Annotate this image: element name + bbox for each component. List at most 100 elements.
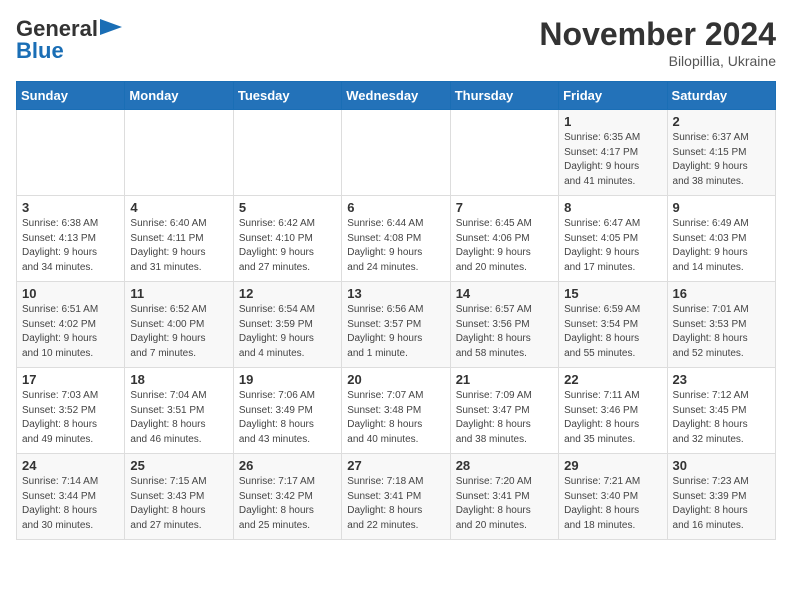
table-row: 3 Sunrise: 6:38 AM Sunset: 4:13 PM Daylig…	[17, 196, 125, 282]
header-wednesday: Wednesday	[342, 82, 450, 110]
day-detail: Sunrise: 7:03 AM Sunset: 3:52 PM Dayligh…	[22, 389, 119, 447]
day-number: 3	[22, 200, 119, 215]
table-row: 17Sunrise: 7:03 AM Sunset: 3:52 PM Dayli…	[17, 368, 125, 454]
day-number: 22	[564, 372, 661, 387]
table-row: 27Sunrise: 7:18 AM Sunset: 3:41 PM Dayli…	[342, 454, 450, 540]
day-number: 20	[347, 372, 444, 387]
day-detail: Sunrise: 6:42 AM Sunset: 4:10 PM Dayligh…	[239, 217, 336, 275]
calendar-week-row: 1 Sunrise: 6:35 AM Sunset: 4:17 PM Daylig…	[17, 110, 776, 196]
month-title: November 2024	[539, 16, 776, 53]
day-detail: Sunrise: 6:44 AM Sunset: 4:08 PM Dayligh…	[347, 217, 444, 275]
table-row: 22 Sunrise: 7:11 AM Sunset: 3:46 PM Dayli…	[559, 368, 667, 454]
day-number: 4	[130, 200, 227, 215]
table-row: 9Sunrise: 6:49 AM Sunset: 4:03 PM Daylig…	[667, 196, 775, 282]
day-detail: Sunrise: 6:38 AM Sunset: 4:13 PM Dayligh…	[22, 217, 119, 275]
day-number: 15	[564, 286, 661, 301]
table-row	[342, 110, 450, 196]
day-number: 11	[130, 286, 227, 301]
day-detail: Sunrise: 7:04 AM Sunset: 3:51 PM Dayligh…	[130, 389, 227, 447]
calendar-table: Sunday Monday Tuesday Wednesday Thursday…	[16, 81, 776, 540]
day-detail: Sunrise: 6:40 AM Sunset: 4:11 PM Dayligh…	[130, 217, 227, 275]
header-monday: Monday	[125, 82, 233, 110]
table-row: 6 Sunrise: 6:44 AM Sunset: 4:08 PM Daylig…	[342, 196, 450, 282]
day-detail: Sunrise: 7:23 AM Sunset: 3:39 PM Dayligh…	[673, 475, 770, 533]
day-detail: Sunrise: 7:01 AM Sunset: 3:53 PM Dayligh…	[673, 303, 770, 361]
day-detail: Sunrise: 6:35 AM Sunset: 4:17 PM Dayligh…	[564, 131, 661, 189]
day-detail: Sunrise: 7:18 AM Sunset: 3:41 PM Dayligh…	[347, 475, 444, 533]
day-number: 19	[239, 372, 336, 387]
header-saturday: Saturday	[667, 82, 775, 110]
table-row: 8 Sunrise: 6:47 AM Sunset: 4:05 PM Daylig…	[559, 196, 667, 282]
table-row: 23Sunrise: 7:12 AM Sunset: 3:45 PM Dayli…	[667, 368, 775, 454]
day-number: 28	[456, 458, 553, 473]
day-detail: Sunrise: 7:14 AM Sunset: 3:44 PM Dayligh…	[22, 475, 119, 533]
day-number: 7	[456, 200, 553, 215]
day-detail: Sunrise: 7:15 AM Sunset: 3:43 PM Dayligh…	[130, 475, 227, 533]
location: Bilopillia, Ukraine	[539, 53, 776, 69]
day-number: 30	[673, 458, 770, 473]
table-row	[17, 110, 125, 196]
day-number: 14	[456, 286, 553, 301]
header-friday: Friday	[559, 82, 667, 110]
calendar-week-row: 3 Sunrise: 6:38 AM Sunset: 4:13 PM Daylig…	[17, 196, 776, 282]
table-row: 5 Sunrise: 6:42 AM Sunset: 4:10 PM Daylig…	[233, 196, 341, 282]
day-detail: Sunrise: 6:45 AM Sunset: 4:06 PM Dayligh…	[456, 217, 553, 275]
day-number: 6	[347, 200, 444, 215]
day-detail: Sunrise: 7:07 AM Sunset: 3:48 PM Dayligh…	[347, 389, 444, 447]
day-number: 8	[564, 200, 661, 215]
table-row: 30 Sunrise: 7:23 AM Sunset: 3:39 PM Dayli…	[667, 454, 775, 540]
day-detail: Sunrise: 7:12 AM Sunset: 3:45 PM Dayligh…	[673, 389, 770, 447]
logo-flag-icon	[100, 19, 122, 35]
table-row	[125, 110, 233, 196]
day-number: 1	[564, 114, 661, 129]
table-row: 24Sunrise: 7:14 AM Sunset: 3:44 PM Dayli…	[17, 454, 125, 540]
header-tuesday: Tuesday	[233, 82, 341, 110]
table-row: 13Sunrise: 6:56 AM Sunset: 3:57 PM Dayli…	[342, 282, 450, 368]
table-row: 4 Sunrise: 6:40 AM Sunset: 4:11 PM Daylig…	[125, 196, 233, 282]
day-detail: Sunrise: 6:49 AM Sunset: 4:03 PM Dayligh…	[673, 217, 770, 275]
day-number: 5	[239, 200, 336, 215]
day-number: 13	[347, 286, 444, 301]
table-row: 11 Sunrise: 6:52 AM Sunset: 4:00 PM Dayli…	[125, 282, 233, 368]
table-row: 25Sunrise: 7:15 AM Sunset: 3:43 PM Dayli…	[125, 454, 233, 540]
day-number: 10	[22, 286, 119, 301]
day-number: 12	[239, 286, 336, 301]
calendar-week-row: 17Sunrise: 7:03 AM Sunset: 3:52 PM Dayli…	[17, 368, 776, 454]
day-detail: Sunrise: 6:54 AM Sunset: 3:59 PM Dayligh…	[239, 303, 336, 361]
table-row	[450, 110, 558, 196]
table-row: 20 Sunrise: 7:07 AM Sunset: 3:48 PM Dayli…	[342, 368, 450, 454]
day-detail: Sunrise: 7:06 AM Sunset: 3:49 PM Dayligh…	[239, 389, 336, 447]
table-row: 29 Sunrise: 7:21 AM Sunset: 3:40 PM Dayli…	[559, 454, 667, 540]
day-detail: Sunrise: 7:20 AM Sunset: 3:41 PM Dayligh…	[456, 475, 553, 533]
day-detail: Sunrise: 6:51 AM Sunset: 4:02 PM Dayligh…	[22, 303, 119, 361]
logo: General Blue	[16, 16, 122, 64]
calendar-week-row: 24Sunrise: 7:14 AM Sunset: 3:44 PM Dayli…	[17, 454, 776, 540]
day-detail: Sunrise: 7:21 AM Sunset: 3:40 PM Dayligh…	[564, 475, 661, 533]
calendar-week-row: 10 Sunrise: 6:51 AM Sunset: 4:02 PM Dayli…	[17, 282, 776, 368]
day-number: 16	[673, 286, 770, 301]
table-row: 28 Sunrise: 7:20 AM Sunset: 3:41 PM Dayli…	[450, 454, 558, 540]
day-detail: Sunrise: 6:59 AM Sunset: 3:54 PM Dayligh…	[564, 303, 661, 361]
day-detail: Sunrise: 7:17 AM Sunset: 3:42 PM Dayligh…	[239, 475, 336, 533]
header-thursday: Thursday	[450, 82, 558, 110]
day-detail: Sunrise: 7:11 AM Sunset: 3:46 PM Dayligh…	[564, 389, 661, 447]
calendar-header-row: Sunday Monday Tuesday Wednesday Thursday…	[17, 82, 776, 110]
header-sunday: Sunday	[17, 82, 125, 110]
table-row: 10 Sunrise: 6:51 AM Sunset: 4:02 PM Dayli…	[17, 282, 125, 368]
table-row: 15 Sunrise: 6:59 AM Sunset: 3:54 PM Dayli…	[559, 282, 667, 368]
day-detail: Sunrise: 6:52 AM Sunset: 4:00 PM Dayligh…	[130, 303, 227, 361]
day-number: 21	[456, 372, 553, 387]
table-row: 18Sunrise: 7:04 AM Sunset: 3:51 PM Dayli…	[125, 368, 233, 454]
table-row: 21 Sunrise: 7:09 AM Sunset: 3:47 PM Dayli…	[450, 368, 558, 454]
day-number: 2	[673, 114, 770, 129]
title-block: November 2024 Bilopillia, Ukraine	[539, 16, 776, 69]
day-number: 29	[564, 458, 661, 473]
table-row: 26 Sunrise: 7:17 AM Sunset: 3:42 PM Dayli…	[233, 454, 341, 540]
table-row: 2 Sunrise: 6:37 AM Sunset: 4:15 PM Daylig…	[667, 110, 775, 196]
day-detail: Sunrise: 7:09 AM Sunset: 3:47 PM Dayligh…	[456, 389, 553, 447]
day-detail: Sunrise: 6:57 AM Sunset: 3:56 PM Dayligh…	[456, 303, 553, 361]
day-detail: Sunrise: 6:47 AM Sunset: 4:05 PM Dayligh…	[564, 217, 661, 275]
table-row	[233, 110, 341, 196]
day-detail: Sunrise: 6:37 AM Sunset: 4:15 PM Dayligh…	[673, 131, 770, 189]
day-number: 26	[239, 458, 336, 473]
